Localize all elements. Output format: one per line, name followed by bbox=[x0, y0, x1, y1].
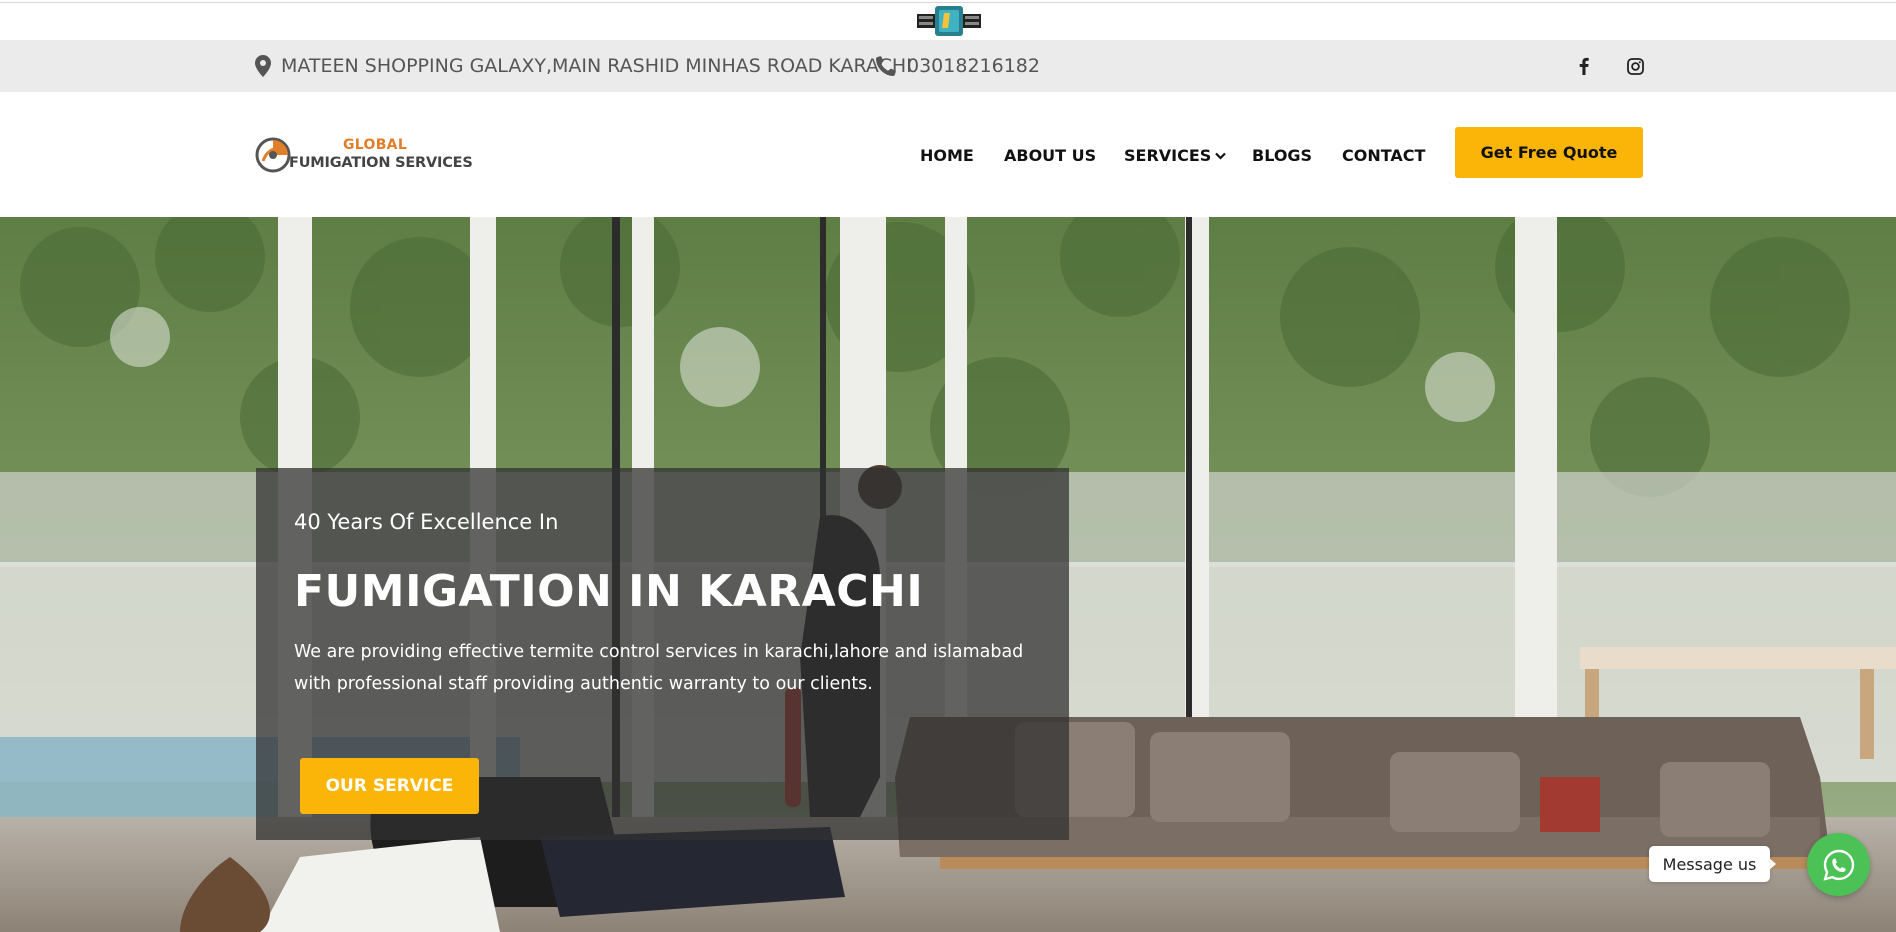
hero-title: FUMIGATION IN KARACHI bbox=[294, 566, 924, 617]
nav-home[interactable]: HOME bbox=[920, 146, 974, 165]
map-marker-icon bbox=[255, 55, 271, 77]
nav-about-us[interactable]: ABOUT US bbox=[1004, 146, 1096, 165]
hero-overlay-card: 40 Years Of Excellence In FUMIGATION IN … bbox=[256, 468, 1069, 840]
logo-text-bottom: FUMIGATION SERVICES bbox=[289, 155, 473, 171]
hero-description: We are providing effective termite contr… bbox=[294, 642, 1024, 694]
instagram-icon bbox=[1627, 57, 1644, 75]
nav-contact[interactable]: CONTACT bbox=[1342, 146, 1425, 165]
logo-text-top: GLOBAL bbox=[343, 137, 408, 153]
info-bar: MATEEN SHOPPING GALAXY,MAIN RASHID MINHA… bbox=[0, 40, 1896, 92]
get-free-quote-button[interactable]: Get Free Quote bbox=[1455, 127, 1643, 178]
address-text: MATEEN SHOPPING GALAXY,MAIN RASHID MINHA… bbox=[281, 55, 912, 77]
message-bubble-arrow bbox=[1768, 857, 1776, 871]
site-mini-logo[interactable] bbox=[917, 6, 981, 36]
nav-services[interactable]: SERVICES bbox=[1124, 146, 1227, 165]
address-info: MATEEN SHOPPING GALAXY,MAIN RASHID MINHA… bbox=[255, 40, 912, 92]
logo-emblem-icon bbox=[255, 137, 291, 173]
facebook-link[interactable] bbox=[1579, 40, 1589, 92]
phone-info[interactable]: 03018216182 bbox=[875, 40, 1040, 92]
hero-subtitle: 40 Years Of Excellence In bbox=[294, 510, 559, 534]
message-us-bubble[interactable]: Message us bbox=[1649, 846, 1770, 882]
site-header: GLOBAL FUMIGATION SERVICES HOME ABOUT US… bbox=[0, 92, 1896, 217]
hero-section: 40 Years Of Excellence In FUMIGATION IN … bbox=[0, 217, 1896, 932]
phone-icon bbox=[876, 56, 896, 76]
whatsapp-chat-button[interactable] bbox=[1807, 833, 1870, 896]
nav-blogs[interactable]: BLOGS bbox=[1252, 146, 1312, 165]
phone-text: 03018216182 bbox=[907, 55, 1040, 77]
facebook-icon bbox=[1579, 57, 1589, 75]
nav-services-label: SERVICES bbox=[1124, 146, 1212, 165]
whatsapp-icon bbox=[1822, 849, 1854, 881]
instagram-link[interactable] bbox=[1627, 40, 1644, 92]
our-service-button[interactable]: OUR SERVICE bbox=[300, 758, 479, 814]
site-logo[interactable]: GLOBAL FUMIGATION SERVICES bbox=[255, 132, 473, 178]
chevron-down-icon bbox=[1215, 152, 1227, 160]
top-divider bbox=[0, 2, 1896, 3]
